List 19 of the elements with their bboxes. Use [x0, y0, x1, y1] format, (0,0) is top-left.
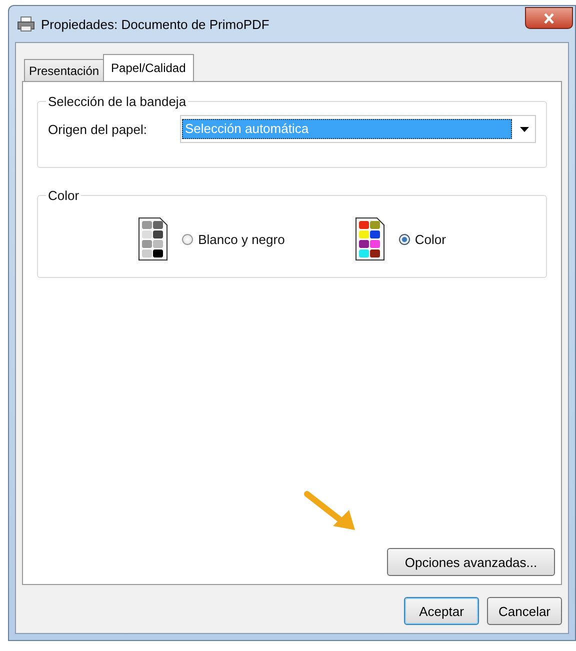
dialog-button[interactable]: Cancelar	[487, 597, 562, 625]
tab[interactable]: Presentación	[24, 59, 104, 81]
radio-option[interactable]: Color	[398, 232, 446, 246]
document-icon	[354, 217, 385, 261]
close-button[interactable]	[525, 7, 573, 29]
document-icon	[138, 217, 168, 261]
radio-button[interactable]	[182, 234, 194, 244]
window-title: Propiedades: Documento de PrimoPDF	[41, 16, 270, 32]
caret-icon	[520, 126, 529, 132]
radio-button[interactable]	[398, 234, 410, 244]
tab[interactable]: Papel/Calidad	[103, 54, 194, 81]
group-title: Selección de la bandeja	[47, 94, 188, 109]
group-title: Color	[47, 188, 80, 203]
close-icon	[543, 12, 555, 24]
radio-option[interactable]: Blanco y negro	[182, 232, 285, 246]
printer-icon	[17, 16, 35, 32]
field-label: Origen del papel:	[48, 122, 148, 136]
advanced-options-button[interactable]: Opciones avanzadas...	[387, 548, 555, 576]
dialog-button[interactable]: Aceptar	[404, 597, 479, 625]
